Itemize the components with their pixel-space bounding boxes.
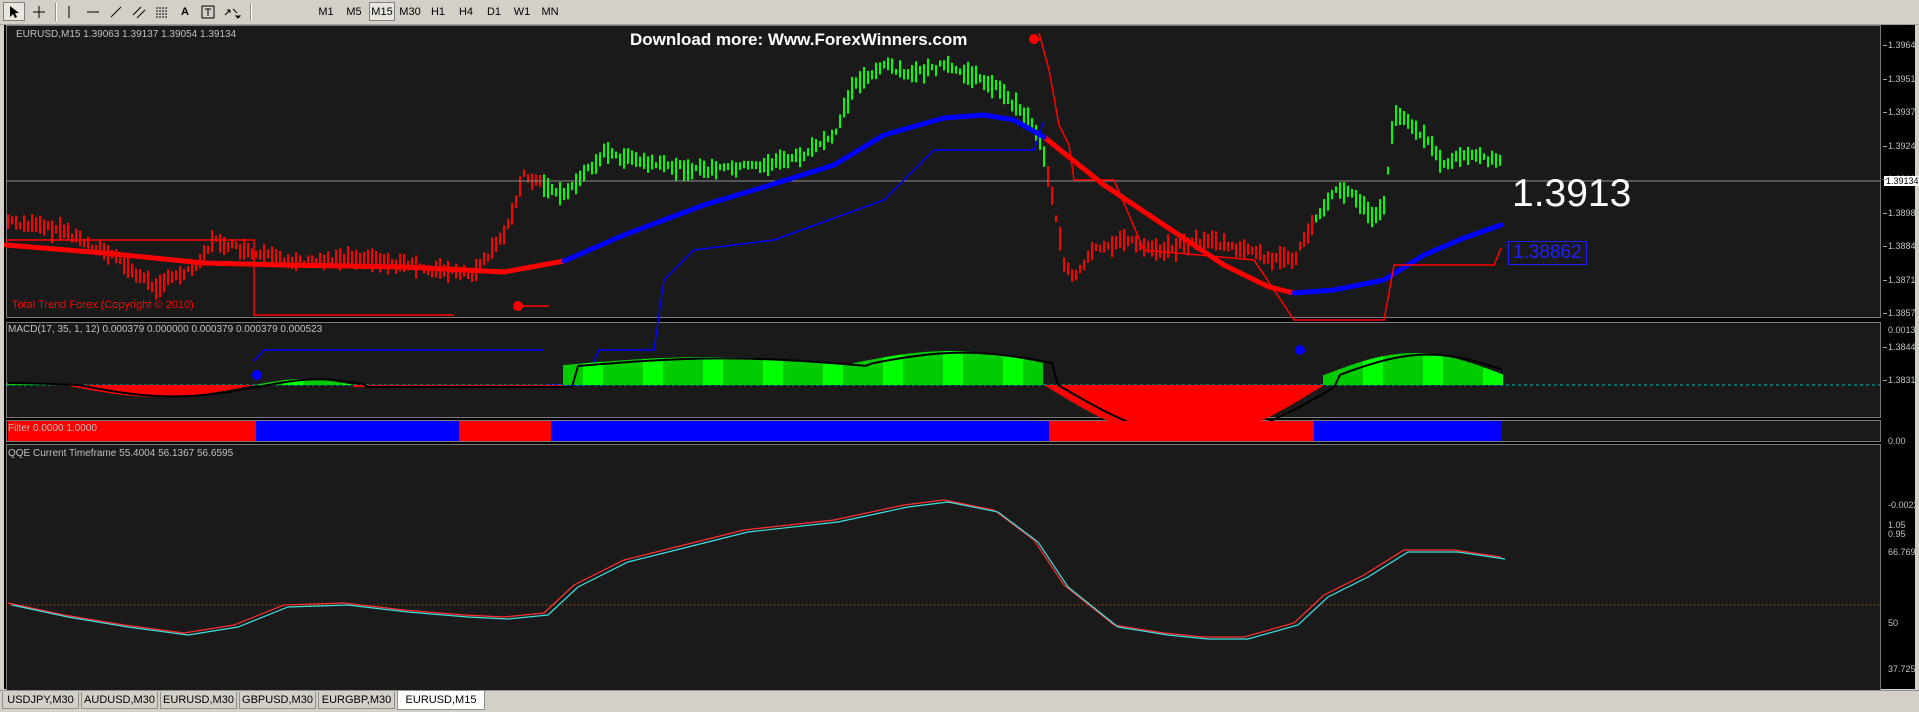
filter-bar-segment (459, 421, 551, 441)
qqe-line-red (7, 499, 1502, 638)
price-axis-label: 1.39645 (1888, 40, 1919, 50)
blue-price-box: 1.38862 (1508, 241, 1587, 265)
fibonacci-icon[interactable] (151, 2, 173, 21)
chart-canvas (4, 32, 1880, 640)
trailing-stop-down (6, 32, 1502, 321)
price-axis-label: 1.38845 (1888, 241, 1919, 251)
macd-header: MACD(17, 35, 1, 12) 0.000379 0.000000 0.… (8, 324, 323, 335)
filter-bar-segment (551, 421, 1049, 441)
current-price-tag: 1.39134 (1884, 176, 1919, 186)
signal-dot (1295, 345, 1305, 355)
timeframe-h1-button[interactable]: H1 (425, 2, 451, 21)
text-label-icon[interactable] (197, 2, 219, 21)
qqe-line-cyan (11, 501, 1506, 640)
chart-tab[interactable]: EURUSD,M30 (160, 692, 237, 709)
cursor-icon[interactable] (3, 2, 25, 21)
timeframe-m5-button[interactable]: M5 (341, 2, 367, 21)
price-axis-label: 1.38710 (1888, 274, 1919, 285)
chart-tab[interactable]: EURGBP,M30 (318, 692, 395, 709)
crosshair-icon[interactable] (28, 2, 50, 21)
arrows-icon[interactable] (220, 2, 246, 21)
qqe-header: QQE Current Timeframe 55.4004 56.1367 56… (8, 448, 234, 459)
equidistant-channel-icon[interactable] (128, 2, 150, 21)
price-axis-label: 1.39375 (1888, 107, 1919, 117)
price-axis-label: 1.39240 (1888, 140, 1919, 151)
filter-bar-segment (1049, 421, 1314, 441)
moving-average-down (4, 134, 1297, 296)
filter-header: Filter 0.0000 1.0000 (8, 423, 97, 434)
qqe-axis-label: 66.7696 (1888, 547, 1919, 557)
chart-window[interactable]: EURUSD,M15 1.39063 1.39137 1.39054 1.391… (4, 25, 1919, 712)
chart-tabs: USDJPY,M30 AUDUSD,M30 EURUSD,M30 GBPUSD,M30… (0, 690, 1919, 712)
timeframe-m30-button[interactable]: M30 (397, 2, 423, 21)
watermark: Download more: Www.ForexWinners.com (630, 30, 968, 49)
horizontal-line-icon[interactable] (82, 2, 104, 21)
toolbar: A M1 M5 M15 M30 H1 H4 D1 W1 MN (0, 0, 1919, 25)
chart-tab[interactable]: USDJPY,M30 (2, 692, 79, 709)
price-axis-label: 1.38575 (1888, 308, 1919, 318)
timeframe-mn-button[interactable]: MN (537, 2, 563, 21)
chart-tab[interactable]: GBPUSD,M30 (239, 692, 316, 709)
timeframe-h4-button[interactable]: H4 (453, 2, 479, 21)
filter-axis-label: 0.95 (1888, 529, 1906, 539)
price-axis-label: 1.38440 (1888, 341, 1919, 352)
big-price-label: 1.3913 (1512, 172, 1632, 215)
chart-header: EURUSD,M15 1.39063 1.39137 1.39054 1.391… (16, 29, 237, 40)
filter-bar-segment (1314, 421, 1501, 441)
timeframe-d1-button[interactable]: D1 (481, 2, 507, 21)
signal-dot (1029, 34, 1039, 44)
vertical-line-icon[interactable] (58, 2, 80, 21)
price-axis-label: 1.38980 (1888, 207, 1919, 218)
qqe-axis-label: 50 (1888, 618, 1899, 628)
text-icon[interactable]: A (174, 2, 196, 21)
indicator-label: Total Trend Forex (Copyright © 2010) (12, 299, 194, 311)
trendline-icon[interactable] (105, 2, 127, 21)
chart-tab[interactable]: AUDUSD,M30 (81, 692, 158, 709)
macd-axis-label: 0.001394 (1888, 325, 1919, 335)
macd-axis-label: -0.002249 (1888, 500, 1919, 510)
timeframe-w1-button[interactable]: W1 (509, 2, 535, 21)
chart-tab[interactable]: EURUSD,M15 (397, 691, 485, 710)
timeframe-m15-button[interactable]: M15 (369, 2, 395, 21)
price-axis-label: 1.39510 (1888, 73, 1919, 84)
price-axis-label: 1.38310 (1888, 375, 1919, 385)
timeframe-m1-button[interactable]: M1 (313, 2, 339, 21)
qqe-axis-label: 37.725 (1888, 664, 1916, 674)
macd-axis-label: 0.00 (1888, 436, 1906, 446)
filter-bar-segment (256, 421, 459, 441)
signal-dot (252, 370, 262, 380)
